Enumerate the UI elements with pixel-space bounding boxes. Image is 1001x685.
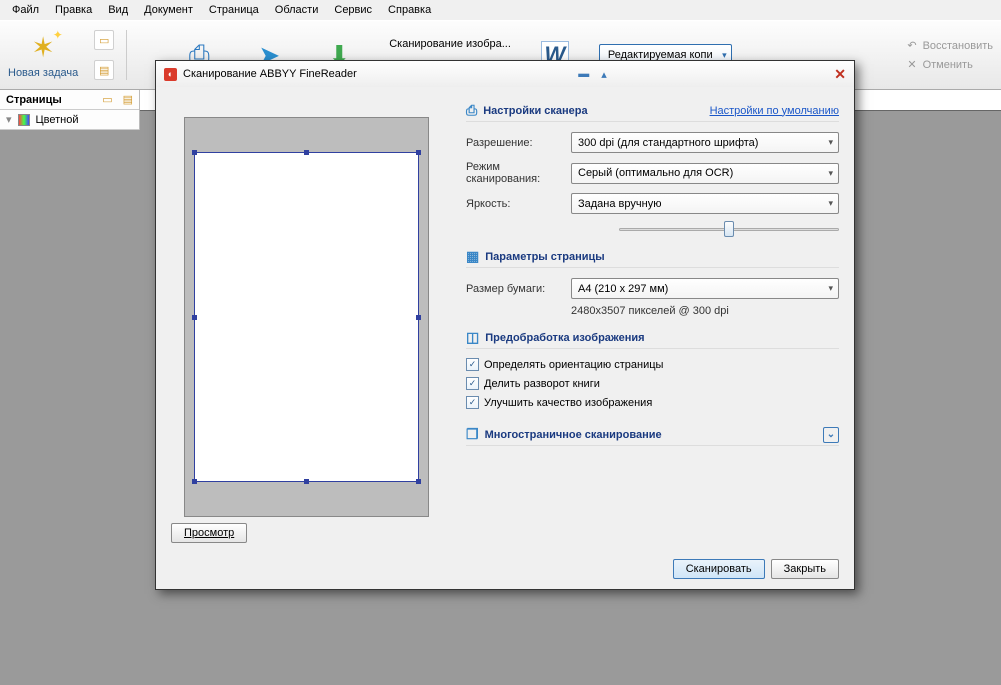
- scan-dialog: ◐ Сканирование ABBYY FineReader ▬ ▴ ✕: [155, 60, 855, 590]
- brightness-label: Яркость:: [466, 198, 571, 210]
- open-doc-icon[interactable]: ▭: [94, 30, 114, 50]
- page-sec-icon: ▦: [466, 248, 479, 265]
- multi-section-head[interactable]: ❐ Многостраничное сканирование ⌄: [466, 426, 839, 446]
- menu-service[interactable]: Сервис: [327, 2, 379, 18]
- handle-l[interactable]: [192, 315, 197, 320]
- undo-icon: ↶: [907, 39, 916, 52]
- menu-areas[interactable]: Области: [268, 2, 326, 18]
- menu-view[interactable]: Вид: [101, 2, 135, 18]
- brightness-combo[interactable]: Задана вручную: [571, 193, 839, 214]
- close-button-label: Закрыть: [784, 563, 826, 575]
- settings-pane: ⎙ Настройки сканера Настройки по умолчан…: [456, 87, 854, 589]
- save-doc-icon[interactable]: ▤: [94, 60, 114, 80]
- dialog-title: Сканирование ABBYY FineReader: [183, 68, 357, 80]
- multi-head-label: Многостраничное сканирование: [485, 429, 662, 441]
- menu-page[interactable]: Страница: [202, 2, 266, 18]
- cancel-label: Отменить: [923, 59, 973, 71]
- preview-button-label: Просмотр: [184, 527, 234, 539]
- menu-doc[interactable]: Документ: [137, 2, 200, 18]
- separator: [126, 30, 127, 80]
- cancel-x-icon: ✕: [907, 58, 916, 71]
- thumb-icon[interactable]: ▭: [102, 93, 112, 106]
- scanner-sec-icon: ⎙: [466, 102, 477, 119]
- split-check-row[interactable]: ✓ Делить разворот книги: [466, 377, 839, 390]
- handle-bl[interactable]: [192, 479, 197, 484]
- cancel-button: ✕ Отменить: [907, 58, 993, 71]
- slider-thumb[interactable]: [724, 221, 734, 237]
- chevron-down-icon[interactable]: ▾: [6, 113, 12, 126]
- defaults-link[interactable]: Настройки по умолчанию: [710, 105, 839, 117]
- new-task-button[interactable]: ✶✦ Новая задача: [8, 31, 78, 79]
- brightness-slider[interactable]: [619, 220, 839, 238]
- scan-button-label: Сканировать: [686, 563, 752, 575]
- detail-icon[interactable]: ▤: [123, 93, 133, 106]
- split-label: Делить разворот книги: [484, 378, 600, 390]
- maximize-icon[interactable]: ▴: [601, 68, 607, 81]
- menu-help[interactable]: Справка: [381, 2, 438, 18]
- preview-pane: Просмотр: [156, 87, 456, 589]
- view-mode-label[interactable]: Цветной: [36, 114, 79, 126]
- page-section-head: ▦ Параметры страницы: [466, 248, 839, 268]
- expand-icon[interactable]: ⌄: [823, 427, 839, 443]
- orient-check-row[interactable]: ✓ Определять ориентацию страницы: [466, 358, 839, 371]
- multi-sec-icon: ❐: [466, 426, 479, 443]
- dialog-titlebar[interactable]: ◐ Сканирование ABBYY FineReader ▬ ▴ ✕: [156, 61, 854, 87]
- page-preview[interactable]: [194, 152, 419, 482]
- pixel-info: 2480x3507 пикселей @ 300 dpi: [571, 303, 839, 317]
- paper-value: A4 (210 x 297 мм): [578, 283, 668, 295]
- pages-title: Страницы: [6, 94, 62, 106]
- new-task-label: Новая задача: [8, 67, 78, 79]
- minimize-icon[interactable]: ▬: [578, 68, 589, 80]
- menu-bar: Файл Правка Вид Документ Страница Област…: [0, 0, 1001, 20]
- handle-r[interactable]: [416, 315, 421, 320]
- resolution-combo[interactable]: 300 dpi (для стандартного шрифта): [571, 132, 839, 153]
- handle-tr[interactable]: [416, 150, 421, 155]
- handle-tl[interactable]: [192, 150, 197, 155]
- scanner-head-label: Настройки сканера: [483, 105, 587, 117]
- scan-button[interactable]: Сканировать: [673, 559, 765, 579]
- side-panel: Страницы ▭ ▤ ▾ Цветной: [0, 90, 140, 130]
- paper-combo[interactable]: A4 (210 x 297 мм): [571, 278, 839, 299]
- handle-t[interactable]: [304, 150, 309, 155]
- enhance-check-row[interactable]: ✓ Улучшить качество изображения: [466, 396, 839, 409]
- scanner-section-head: ⎙ Настройки сканера Настройки по умолчан…: [466, 102, 839, 122]
- close-icon[interactable]: ✕: [834, 66, 846, 83]
- resolution-value: 300 dpi (для стандартного шрифта): [578, 137, 758, 149]
- close-button[interactable]: Закрыть: [771, 559, 839, 579]
- handle-br[interactable]: [416, 479, 421, 484]
- pre-sec-icon: ◫: [466, 329, 479, 346]
- checkbox-icon[interactable]: ✓: [466, 358, 479, 371]
- app-icon: ◐: [164, 68, 177, 81]
- enhance-label: Улучшить качество изображения: [484, 397, 652, 409]
- checkbox-icon[interactable]: ✓: [466, 377, 479, 390]
- color-swatch-icon: [18, 114, 30, 126]
- mode-value: Серый (оптимально для OCR): [578, 167, 733, 179]
- checkbox-icon[interactable]: ✓: [466, 396, 479, 409]
- handle-b[interactable]: [304, 479, 309, 484]
- restore-button: ↶ Восстановить: [907, 39, 993, 52]
- page-head-label: Параметры страницы: [485, 251, 604, 263]
- restore-label: Восстановить: [923, 40, 993, 52]
- pre-head-label: Предобработка изображения: [485, 332, 644, 344]
- orient-label: Определять ориентацию страницы: [484, 359, 663, 371]
- preview-button[interactable]: Просмотр: [171, 523, 247, 543]
- preview-box: [184, 117, 429, 517]
- menu-edit[interactable]: Правка: [48, 2, 99, 18]
- scan-label: Сканирование изобра...: [389, 38, 511, 50]
- paper-label: Размер бумаги:: [466, 283, 571, 295]
- mode-label: Режим сканирования:: [466, 161, 571, 185]
- resolution-label: Разрешение:: [466, 137, 571, 149]
- brightness-value: Задана вручную: [578, 198, 661, 210]
- wand-icon: ✶✦: [31, 31, 54, 64]
- mode-combo[interactable]: Серый (оптимально для OCR): [571, 163, 839, 184]
- pre-section-head: ◫ Предобработка изображения: [466, 329, 839, 349]
- menu-file[interactable]: Файл: [5, 2, 46, 18]
